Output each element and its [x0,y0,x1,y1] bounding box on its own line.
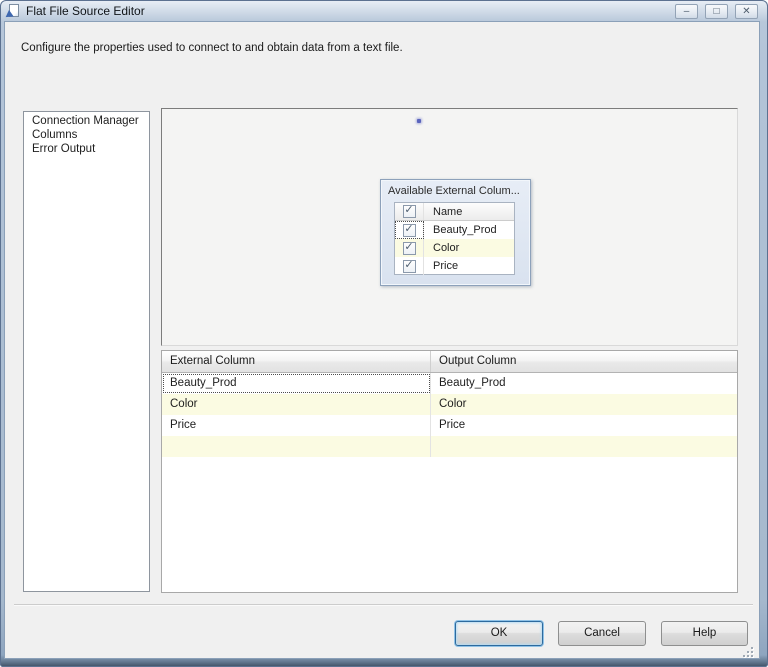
check-icon: ✓ [404,260,413,271]
mapping-row-beauty-prod: Beauty_Prod Beauty_Prod [162,373,737,394]
output-column-cell[interactable] [431,436,737,457]
header-external-column[interactable]: External Column [162,351,431,372]
mapping-row-price: Price Price [162,415,737,436]
output-column-cell[interactable]: Beauty_Prod [431,373,737,394]
available-external-columns-grid: ✓ Name ✓ Beauty_Prod ✓ Co [394,202,515,275]
window-title: Flat File Source Editor [26,4,145,18]
mapping-row-color: Color Color [162,394,737,415]
cancel-button[interactable]: Cancel [558,621,646,646]
window-controls: – □ ✕ [675,4,758,19]
minimize-icon: – [684,7,690,17]
dialog-description: Configure the properties used to connect… [21,42,403,54]
output-column-cell[interactable]: Color [431,394,737,415]
mapping-grid-header: External Column Output Column [162,351,737,373]
available-column-row-color[interactable]: ✓ Color [395,239,514,257]
flat-file-source-editor-window: Flat File Source Editor – □ ✕ Configure … [0,0,768,667]
screenshot: Flat File Source Editor – □ ✕ Configure … [0,0,768,667]
external-column-cell[interactable] [162,436,431,457]
external-column-cell[interactable]: Color [162,394,431,415]
available-column-label: Name [424,206,462,218]
available-column-label: Price [424,260,458,272]
check-icon: ✓ [404,205,413,216]
available-external-columns-title: Available External Colum... [381,180,530,200]
external-column-cell[interactable]: Beauty_Prod [162,373,431,394]
available-column-row-price[interactable]: ✓ Price [395,257,514,275]
column-mapping-grid: External Column Output Column Beauty_Pro… [161,350,738,593]
available-external-columns-box[interactable]: Available External Colum... ✓ Name ✓ Bea… [380,179,531,286]
available-column-label: Color [424,242,459,254]
columns-design-surface: Available External Colum... ✓ Name ✓ Bea… [161,108,738,346]
resize-grip[interactable] [741,645,755,659]
cursor-dot [417,119,421,123]
flat-file-source-icon [7,4,21,19]
external-column-cell[interactable]: Price [162,415,431,436]
output-column-cell[interactable]: Price [431,415,737,436]
check-icon: ✓ [404,242,413,253]
help-button[interactable]: Help [661,621,748,646]
mapping-row-empty [162,436,737,457]
title-bar[interactable]: Flat File Source Editor – □ ✕ [0,0,768,22]
sidebar-item-connection-manager[interactable]: Connection Manager [30,114,149,128]
available-column-row-beauty-prod[interactable]: ✓ Beauty_Prod [395,221,514,239]
check-icon: ✓ [404,224,413,235]
sidebar-item-columns[interactable]: Columns [30,128,149,142]
close-button[interactable]: ✕ [735,4,758,19]
header-output-column[interactable]: Output Column [431,351,737,372]
available-column-label: Beauty_Prod [424,224,497,236]
close-icon: ✕ [742,7,750,17]
checkbox-beauty-prod[interactable]: ✓ [403,224,416,237]
pages-list: Connection Manager Columns Error Output [23,111,150,592]
checkbox-name[interactable]: ✓ [403,205,416,218]
available-column-row-name[interactable]: ✓ Name [395,203,514,221]
ok-button[interactable]: OK [455,621,543,646]
maximize-button[interactable]: □ [705,4,728,19]
maximize-icon: □ [713,7,719,17]
checkbox-price[interactable]: ✓ [403,260,416,273]
footer-separator [14,604,753,605]
checkbox-color[interactable]: ✓ [403,242,416,255]
sidebar-item-error-output[interactable]: Error Output [30,142,149,156]
minimize-button[interactable]: – [675,4,698,19]
